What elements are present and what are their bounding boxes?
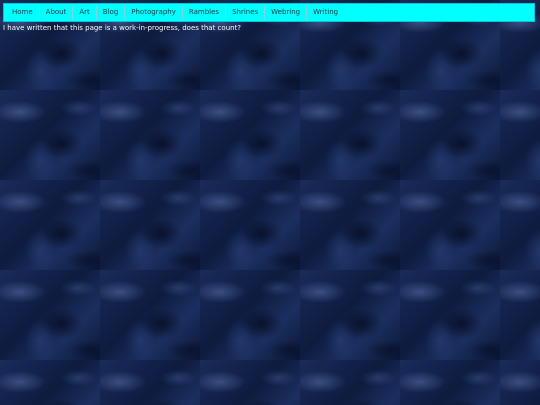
nav-link-home[interactable]: Home [6,5,39,20]
work-in-progress-note: I have written that this page is a work-… [3,24,242,32]
nav-link-art[interactable]: Art [73,5,95,20]
top-nav-bar: Home About Art Blog Photography Rambles … [3,3,535,22]
nav-link-photography[interactable]: Photography [125,5,182,20]
nav-link-about[interactable]: About [40,5,73,20]
nav-link-rambles[interactable]: Rambles [183,5,225,20]
nav-link-writing[interactable]: Writing [307,5,344,20]
nav-link-webring[interactable]: Webring [265,5,306,20]
nav-link-shrines[interactable]: Shrines [226,5,264,20]
nav-link-blog[interactable]: Blog [97,5,124,20]
